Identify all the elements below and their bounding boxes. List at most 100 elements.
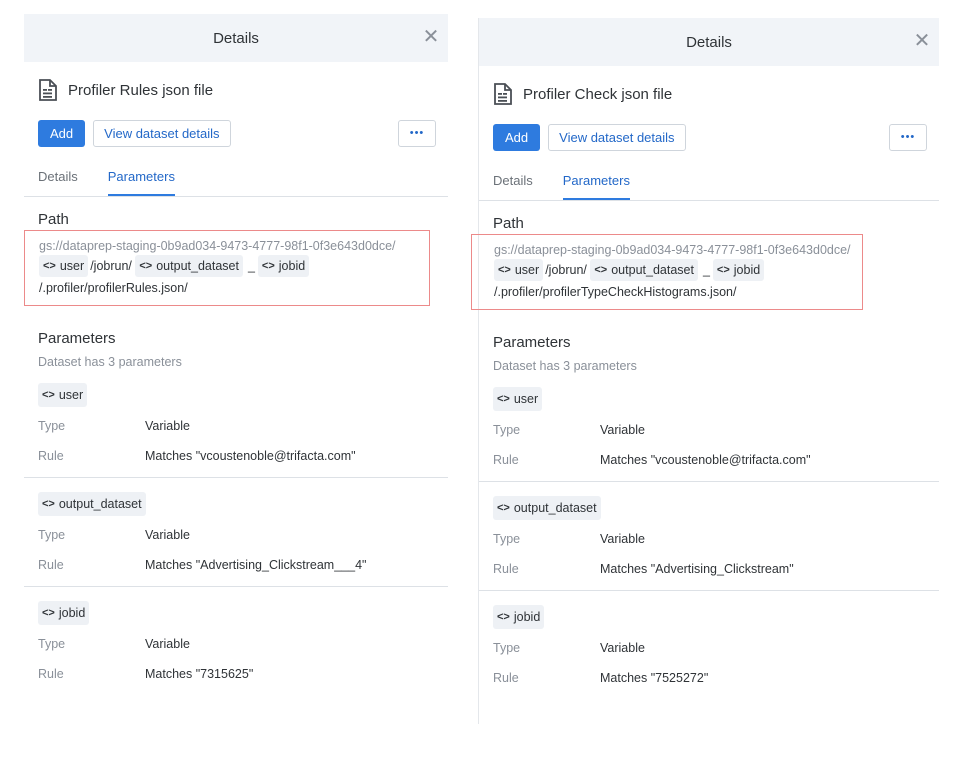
variable-chip-param: <> user <box>493 387 543 411</box>
param-rule-row: Rule Matches "7315625" <box>24 667 448 685</box>
variable-chip-label: output_dataset <box>58 497 142 511</box>
action-bar: Add View dataset details ••• <box>38 120 448 147</box>
param-type-value: Variable <box>145 528 190 542</box>
param-rule-label: Rule <box>493 671 519 685</box>
code-brackets-icon: <> <box>42 498 55 510</box>
more-options-button[interactable]: ••• <box>398 120 436 147</box>
path-tail: /.profiler/profilerRules.json/ <box>39 281 188 295</box>
document-icon <box>38 79 58 101</box>
param-type-value: Variable <box>145 637 190 651</box>
param-type-label: Type <box>493 423 521 437</box>
path-highlight-box: gs://dataprep-staging-0b9ad034-9473-4777… <box>24 230 430 306</box>
variable-chip-label: user <box>514 263 540 277</box>
tab-parameters[interactable]: Parameters <box>562 169 630 200</box>
code-brackets-icon: <> <box>497 502 510 514</box>
variable-chip-label: jobid <box>733 263 761 277</box>
close-icon[interactable]: ✕ <box>911 30 933 52</box>
view-dataset-details-button[interactable]: View dataset details <box>548 124 686 151</box>
tab-parameters[interactable]: Parameters <box>107 165 175 196</box>
param-type-value: Variable <box>145 419 190 433</box>
path-highlight-box: gs://dataprep-staging-0b9ad034-9473-4777… <box>471 234 863 310</box>
code-brackets-icon: <> <box>261 260 275 272</box>
action-bar: Add View dataset details ••• <box>493 124 939 151</box>
file-row: Profiler Check json file <box>493 82 939 106</box>
param-type-label: Type <box>38 419 66 433</box>
path-base: gs://dataprep-staging-0b9ad034-9473-4777… <box>39 239 396 253</box>
tab-details[interactable]: Details <box>38 165 78 196</box>
variable-chip-label: jobid <box>513 610 541 624</box>
dataset-name: Profiler Rules json file <box>68 81 214 99</box>
variable-chip-user: <> user <box>39 255 89 277</box>
panel-title: Details <box>686 33 732 51</box>
add-button[interactable]: Add <box>493 124 541 151</box>
tab-bar: Details Parameters <box>24 165 448 197</box>
parameter-block: <> user Type Variable Rule Matches "vcousteno… <box>24 369 448 478</box>
param-type-row: Type Variable <box>479 532 939 550</box>
variable-chip-label: user <box>59 259 85 273</box>
code-brackets-icon: <> <box>139 260 153 272</box>
path-heading: Path <box>493 215 524 232</box>
code-brackets-icon: <> <box>716 264 730 276</box>
param-rule-row: Rule Matches "vcoustenoble@trifacta.com" <box>24 449 448 467</box>
code-brackets-icon: <> <box>498 264 511 276</box>
path-tail: /.profiler/profilerTypeCheckHistograms.j… <box>494 285 737 299</box>
param-rule-label: Rule <box>38 558 64 572</box>
param-type-label: Type <box>38 528 66 542</box>
variable-chip-param: <> output_dataset <box>38 492 146 516</box>
code-brackets-icon: <> <box>43 260 56 272</box>
view-dataset-details-button[interactable]: View dataset details <box>93 120 231 147</box>
more-options-button[interactable]: ••• <box>889 124 927 151</box>
panel-header: Details ✕ <box>479 18 939 66</box>
panel-header: Details ✕ <box>24 14 448 62</box>
code-brackets-icon: <> <box>594 264 608 276</box>
variable-chip-output-dataset: <> output_dataset <box>135 255 243 277</box>
code-brackets-icon: <> <box>42 389 55 401</box>
parameter-block: <> jobid Type Variable Rule Matches "7315625" <box>24 587 448 695</box>
dataset-name: Profiler Check json file <box>523 85 673 103</box>
param-type-row: Type Variable <box>24 637 448 655</box>
variable-chip-jobid: <> jobid <box>712 259 765 281</box>
param-rule-value: Matches "vcoustenoble@trifacta.com" <box>600 453 811 467</box>
parameter-block: <> output_dataset Type Variable Rule Matches … <box>479 482 939 591</box>
param-type-row: Type Variable <box>479 423 939 441</box>
param-type-value: Variable <box>600 641 645 655</box>
param-rule-value: Matches "7525272" <box>600 671 709 685</box>
close-icon[interactable]: ✕ <box>420 26 442 48</box>
add-button[interactable]: Add <box>38 120 86 147</box>
param-rule-row: Rule Matches "7525272" <box>479 671 939 689</box>
param-type-row: Type Variable <box>479 641 939 659</box>
variable-chip-output-dataset: <> output_dataset <box>590 259 698 281</box>
details-panel-left: Details ✕ Profiler Rules json file Add View … <box>24 14 448 720</box>
param-rule-label: Rule <box>493 562 519 576</box>
param-type-row: Type Variable <box>24 419 448 437</box>
param-rule-value: Matches "7315625" <box>145 667 254 681</box>
code-brackets-icon: <> <box>497 393 510 405</box>
path-segment: /jobrun/ <box>545 263 587 277</box>
param-rule-row: Rule Matches "vcoustenoble@trifacta.com" <box>479 453 939 471</box>
variable-chip-label: output_dataset <box>611 263 694 277</box>
details-panel-right: Details ✕ Profiler Check json file Add View … <box>471 18 939 724</box>
tab-details[interactable]: Details <box>493 169 533 200</box>
parameters-count: Dataset has 3 parameters <box>493 359 637 373</box>
param-rule-value: Matches "vcoustenoble@trifacta.com" <box>145 449 356 463</box>
parameters-count: Dataset has 3 parameters <box>38 355 182 369</box>
param-rule-label: Rule <box>493 453 519 467</box>
variable-chip-label: output_dataset <box>513 501 597 515</box>
document-icon <box>493 83 513 105</box>
path-separator: _ <box>702 263 710 277</box>
variable-chip-user: <> user <box>494 259 544 281</box>
param-type-value: Variable <box>600 532 645 546</box>
parameters-heading: Parameters <box>493 334 571 351</box>
tab-bar: Details Parameters <box>479 169 939 201</box>
path-variables: <> user/jobrun/ <> output_dataset _ <> jobid <box>494 259 862 281</box>
param-rule-row: Rule Matches "Advertising_Clickstream___4… <box>24 558 448 576</box>
code-brackets-icon: <> <box>497 611 510 623</box>
parameter-block: <> output_dataset Type Variable Rule Matches … <box>24 478 448 587</box>
variable-chip-label: output_dataset <box>156 259 239 273</box>
code-brackets-icon: <> <box>42 607 55 619</box>
variable-chip-param: <> jobid <box>493 605 545 629</box>
panel-title: Details <box>213 29 259 47</box>
param-rule-value: Matches "Advertising_Clickstream" <box>600 562 794 576</box>
path-separator: _ <box>247 259 255 273</box>
parameter-block: <> jobid Type Variable Rule Matches "7525272" <box>479 591 939 699</box>
